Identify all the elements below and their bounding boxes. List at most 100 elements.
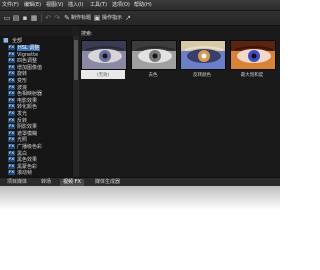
tree-item[interactable]: FX 广播级色彩 [8, 144, 42, 150]
effect-thumb-invert[interactable]: 反转颜色 [180, 40, 226, 79]
fx-icon: FX [8, 137, 15, 143]
fx-icon: FX [8, 144, 15, 149]
tree-item[interactable]: FX 黑白 [8, 150, 28, 157]
effect-label: (无效) [96, 73, 110, 78]
tree-item[interactable]: FX 黑色效果 [8, 157, 37, 163]
window-reflection [0, 186, 280, 210]
eye-preview-image [81, 40, 127, 70]
undo-icon[interactable]: ↶ [44, 14, 52, 22]
tree-item-label: 色相映射器 [17, 91, 43, 98]
fx-icon: FX [8, 91, 15, 97]
tree-root-label: 全部 [12, 38, 23, 44]
tree-item-label: HSL 调整 [17, 45, 41, 51]
tree-scrollbar[interactable] [72, 36, 79, 177]
tree-item-label: 黑色效果 [17, 157, 38, 164]
menu-bar: 文件(F) 编辑(E) 视图(V) 插入(I) 工具(T) 选项(O) 帮助(H… [0, 0, 280, 11]
tree-item[interactable]: FX 增加图像值 [8, 64, 43, 71]
tree-item[interactable]: FX 转化颜色 [8, 104, 37, 110]
fx-icon: FX [8, 84, 15, 90]
fx-icon: FX [8, 64, 15, 70]
fx-icon: FX [8, 51, 15, 57]
menu-help[interactable]: 帮助(H) [134, 2, 152, 9]
tree-item-label: 滚动帧 [17, 170, 33, 177]
fx-icon: FX [8, 117, 15, 123]
save-icon[interactable]: ▪ [21, 14, 29, 22]
menu-view[interactable]: 视图(V) [46, 2, 63, 9]
operation-wizard-button[interactable]: 操作指示 [102, 14, 122, 22]
fx-icon: FX [8, 157, 15, 163]
create-title-button[interactable]: 制作标题 [71, 14, 91, 22]
tab-video-fx[interactable]: 视频 FX [60, 179, 84, 186]
tree-item-label: 旋转 [17, 71, 28, 78]
tree-root[interactable]: 全部 [12, 38, 22, 44]
menu-insert[interactable]: 插入(I) [68, 2, 83, 9]
menu-tools[interactable]: 工具(T) [90, 2, 107, 9]
create-title-icon[interactable]: ✎ [63, 14, 71, 22]
tree-item[interactable]: FX 发光 [8, 111, 27, 117]
tree-item[interactable]: FX HSL 调整 [8, 45, 41, 51]
tab-project-media[interactable]: 项目媒体 [4, 179, 30, 186]
tree-item[interactable]: FX 波浪 [8, 84, 28, 91]
tree-item-label: 四色调整 [17, 58, 38, 65]
tree-item-label: 增加图像值 [17, 64, 43, 71]
tree-item[interactable]: FX 阴影效果 [8, 124, 37, 130]
effects-tree[interactable]: ■ 全部 FX HSL 调整 FX Vignette FX 四色调整 FX 增加图像值 FX 旋转… [0, 36, 73, 177]
tree-header [0, 26, 72, 36]
fx-icon: FX [8, 58, 15, 64]
tree-item[interactable]: FX 滚动帧 [8, 170, 32, 176]
fx-icon: FX [8, 130, 15, 136]
fx-icon: FX [8, 124, 15, 130]
open-folder-icon[interactable]: ▤ [12, 14, 20, 22]
tree-item-label: 变形 [17, 78, 28, 84]
tree-item[interactable]: FX 变形 [8, 78, 27, 84]
fx-icon: FX [8, 150, 15, 156]
tree-item-label: 遮罩模糊 [17, 130, 38, 137]
tree-item-label: Vignette [17, 51, 39, 58]
tree-item-label: 波浪 [17, 84, 28, 91]
tree-item-label: 阴影效果 [17, 124, 38, 131]
tree-item[interactable]: FX 色相映射器 [8, 91, 42, 97]
fx-icon: FX [8, 111, 15, 116]
eye-preview-image [230, 40, 276, 70]
effect-thumb-max-saturation[interactable]: 最大饱和度 [230, 40, 276, 79]
redo-icon[interactable]: ↷ [53, 14, 61, 22]
tree-item-label: 电影效果 [17, 97, 38, 104]
effect-label: 最大饱和度 [240, 73, 264, 78]
menu-file[interactable]: 文件(F) [2, 2, 19, 9]
tree-item-label: 反转 [17, 117, 28, 124]
fx-icon: FX [8, 163, 15, 169]
search-label: 搜索: [81, 31, 93, 37]
tree-item[interactable]: FX 光照 [8, 137, 27, 143]
menu-options[interactable]: 选项(O) [112, 2, 130, 9]
properties-icon[interactable]: ▦ [30, 14, 38, 22]
eye-preview-image [180, 40, 226, 70]
eye-preview-image [131, 40, 177, 70]
scrollbar-thumb[interactable] [74, 40, 78, 80]
tree-item[interactable]: FX 旋转 [8, 71, 27, 77]
tree-item[interactable]: FX Vignette [8, 51, 39, 58]
toolbar-separator [41, 14, 42, 22]
tree-item[interactable]: FX 黑蒙色彩 [8, 163, 38, 170]
bottom-tab-bar: 项目媒体 转场 视频 FX 媒体生成器 [0, 177, 280, 186]
wizard-icon[interactable]: ▣ [93, 14, 101, 22]
menu-edit[interactable]: 编辑(E) [24, 2, 41, 9]
tree-item[interactable]: FX 电影效果 [8, 97, 38, 104]
tree-item[interactable]: FX 四色调整 [8, 58, 37, 64]
tree-item-label: 转化颜色 [17, 104, 38, 111]
tab-transitions[interactable]: 转场 [38, 179, 54, 186]
fx-icon: FX [8, 71, 15, 77]
pointer-icon[interactable]: ↗ [124, 14, 132, 22]
effect-thumb-desaturate[interactable]: 去色 [131, 40, 177, 79]
tree-item-label: 广播级色彩 [17, 144, 43, 150]
tree-item-label: 黑白 [17, 150, 28, 157]
effect-thumb-none[interactable]: (无效) [81, 40, 127, 79]
new-file-icon[interactable]: ▭ [3, 14, 11, 22]
tree-item[interactable]: FX 反转 [8, 117, 28, 124]
effect-label: 去色 [148, 73, 158, 78]
tree-item[interactable]: FX 遮罩模糊 [8, 130, 38, 137]
fx-icon: FX [8, 170, 15, 176]
tree-item-label: 黑蒙色彩 [17, 163, 38, 170]
fx-icon: FX [8, 104, 15, 110]
tab-media-generators[interactable]: 媒体生成器 [92, 179, 123, 186]
tree-item-label: 发光 [17, 111, 28, 117]
